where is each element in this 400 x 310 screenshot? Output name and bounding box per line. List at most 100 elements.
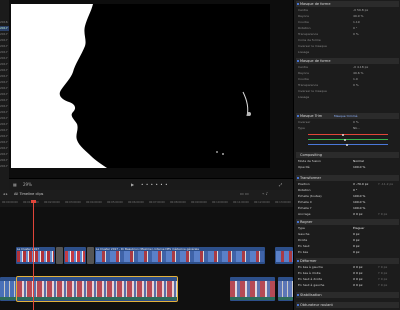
inspector-row[interactable]: Échelle X 100.0 % bbox=[298, 200, 398, 205]
inspector-section-header[interactable]: Transformer bbox=[296, 175, 399, 181]
timeline-clip[interactable] bbox=[230, 277, 275, 301]
row-value[interactable]: 0 px bbox=[353, 250, 360, 255]
browser-item[interactable]: 2017 bbox=[0, 86, 9, 91]
enable-checkbox[interactable] bbox=[296, 2, 299, 5]
play-button[interactable]: ▶ bbox=[131, 181, 134, 188]
inspector-section-header[interactable]: Masque de forme bbox=[296, 1, 399, 7]
row-value[interactable]: 100.0 % bbox=[353, 165, 365, 170]
inspector-row[interactable]: Ancrage X 0 px Y 0 px bbox=[298, 212, 398, 217]
inspector-row[interactable]: Rotation 0 ° bbox=[298, 26, 398, 31]
inspector-section-header[interactable]: Compositing bbox=[296, 152, 399, 158]
browser-item[interactable]: 2017 bbox=[0, 158, 9, 163]
inspector-row[interactable]: En haut à gauche X 0 px Y 0 px bbox=[298, 283, 398, 288]
inspector-row[interactable]: Courbe 1.19 bbox=[298, 20, 398, 25]
row-value[interactable]: 1.19 bbox=[353, 20, 360, 25]
enable-checkbox[interactable] bbox=[296, 114, 299, 117]
mask-channel-slider[interactable] bbox=[308, 139, 388, 140]
inspector-row[interactable]: Gauche 0 px bbox=[298, 232, 398, 237]
row-value[interactable]: X 0 px bbox=[353, 265, 363, 270]
mask-channel-slider[interactable] bbox=[308, 134, 388, 135]
inspector-row[interactable]: Rayons 49.6 % bbox=[298, 71, 398, 76]
browser-item[interactable]: 2016 bbox=[0, 20, 9, 25]
row-value[interactable]: 49.9 % bbox=[353, 14, 363, 19]
inspector-row[interactable]: Rayons 49.9 % bbox=[298, 14, 398, 19]
inspector-section-header[interactable]: Stabilisation bbox=[296, 292, 399, 298]
row-value-secondary[interactable]: Y 0 px bbox=[378, 271, 387, 276]
browser-item[interactable]: 2017 bbox=[0, 116, 9, 121]
browser-item[interactable]: 2017 bbox=[0, 32, 9, 37]
inspector-row[interactable]: Transparence 0 % bbox=[298, 83, 398, 88]
row-value[interactable]: 0 % bbox=[353, 120, 359, 125]
mask-label[interactable]: Masque trimmé bbox=[334, 114, 358, 118]
zoom-level[interactable]: 29% bbox=[23, 181, 32, 188]
enable-checkbox[interactable] bbox=[296, 303, 299, 306]
inspector-section-header[interactable]: Déformer bbox=[296, 258, 399, 264]
row-value-secondary[interactable]: Y -11.2 px bbox=[378, 182, 393, 187]
row-value-secondary[interactable]: Y 0 px bbox=[378, 283, 387, 288]
row-value[interactable]: 100.0 % bbox=[353, 200, 365, 205]
row-value[interactable]: 0 % bbox=[353, 83, 359, 88]
row-value[interactable]: 0 % bbox=[353, 32, 359, 37]
row-value[interactable]: 100.0 % bbox=[353, 206, 365, 211]
inspector-section-header[interactable]: Rogner bbox=[296, 219, 399, 225]
timeline-tracks[interactable]: Le Cluster 2017 Le Cluster 2017 - Dr Bea… bbox=[0, 207, 293, 310]
row-value[interactable]: X 0 px bbox=[353, 271, 363, 276]
selected-timeline-clip[interactable] bbox=[16, 276, 178, 302]
browser-item[interactable]: 2017 bbox=[0, 164, 9, 169]
browser-item[interactable]: 2017 bbox=[0, 80, 9, 85]
playhead-handle[interactable] bbox=[31, 200, 36, 203]
browser-item[interactable]: 2017 bbox=[0, 104, 9, 109]
inspector-row[interactable]: Inverser le masque bbox=[298, 89, 398, 94]
timeline-clip[interactable] bbox=[275, 247, 293, 264]
clip-appearance-icon[interactable]: ▭ ▭ bbox=[240, 191, 249, 196]
browser-item[interactable]: 2017 bbox=[0, 62, 9, 67]
row-value[interactable]: -0 4.18 px bbox=[353, 65, 368, 70]
skimming-icon[interactable]: ⌁ ♪ bbox=[262, 191, 268, 196]
row-value[interactable]: 0 px bbox=[353, 238, 360, 243]
browser-item[interactable]: 2017 bbox=[0, 122, 9, 127]
video-frame[interactable] bbox=[11, 4, 270, 168]
timeline-clip[interactable] bbox=[56, 247, 63, 264]
timeline-clip[interactable]: Le Cluster 2017 bbox=[16, 247, 55, 264]
inspector-row[interactable]: En haut 0 px bbox=[298, 244, 398, 249]
browser-item[interactable]: 2017 bbox=[0, 44, 9, 49]
browser-item[interactable]: 2017 bbox=[0, 128, 9, 133]
inspector-row[interactable]: Courbe 1.0 bbox=[298, 77, 398, 82]
browser-item[interactable]: 2017 bbox=[0, 146, 9, 151]
browser-item[interactable]: 2017 bbox=[0, 38, 9, 43]
inspector-row[interactable]: Opacité 100.0 % bbox=[298, 165, 398, 170]
row-value[interactable]: 49.6 % bbox=[353, 71, 363, 76]
row-value[interactable]: X 0 px bbox=[353, 283, 363, 288]
browser-item[interactable]: 2017 bbox=[0, 152, 9, 157]
inspector-row[interactable]: Échelle (toutes) 100.0 % bbox=[298, 194, 398, 199]
inspector-section-header[interactable]: Masque de forme bbox=[296, 58, 399, 64]
browser-item[interactable]: 2017 bbox=[0, 68, 9, 73]
inspector-row[interactable]: Transparence 0 % bbox=[298, 32, 398, 37]
browser-item[interactable]: 2017 bbox=[0, 140, 9, 145]
inspector-row[interactable]: Type Nb... bbox=[298, 126, 398, 131]
inspector-row[interactable]: Échelle Y 100.0 % bbox=[298, 206, 398, 211]
view-options-icon[interactable]: ▦ bbox=[13, 181, 17, 188]
browser-item[interactable]: 2017 bbox=[0, 98, 9, 103]
timeline-clip[interactable]: Le Cluster 2017 - Dr Beaubrun (Maxime), … bbox=[95, 247, 265, 264]
browser-item[interactable]: 2017 bbox=[0, 74, 9, 79]
timeline-clip[interactable] bbox=[278, 277, 293, 301]
slider-knob[interactable] bbox=[344, 138, 346, 141]
inspector-row[interactable]: Inverser le masque bbox=[298, 44, 398, 49]
playhead[interactable] bbox=[33, 200, 34, 310]
row-value[interactable]: 0 px bbox=[353, 232, 360, 237]
inspector-row[interactable]: En bas 0 px bbox=[298, 250, 398, 255]
inspector-row[interactable]: En bas à gauche X 0 px Y 0 px bbox=[298, 265, 398, 270]
mask-channel-slider[interactable] bbox=[308, 144, 388, 145]
slider-knob[interactable] bbox=[346, 143, 348, 146]
row-value[interactable]: Élaguer bbox=[353, 226, 364, 231]
row-value-secondary[interactable]: Y 0 px bbox=[378, 277, 387, 282]
inspector-row[interactable]: Mode de fusion Normal bbox=[298, 159, 398, 164]
inspector-row[interactable]: En haut à droite X 0 px Y 0 px bbox=[298, 277, 398, 282]
inspector-row[interactable]: Centre -0 4.18 px bbox=[298, 65, 398, 70]
inspector-row[interactable]: Centre -0 59.8 px bbox=[298, 8, 398, 13]
enable-checkbox[interactable] bbox=[296, 293, 299, 296]
row-value[interactable]: Nb... bbox=[353, 126, 360, 131]
row-value[interactable]: X 0 px bbox=[353, 212, 363, 217]
inspector-row[interactable]: Rotation 0 ° bbox=[298, 188, 398, 193]
